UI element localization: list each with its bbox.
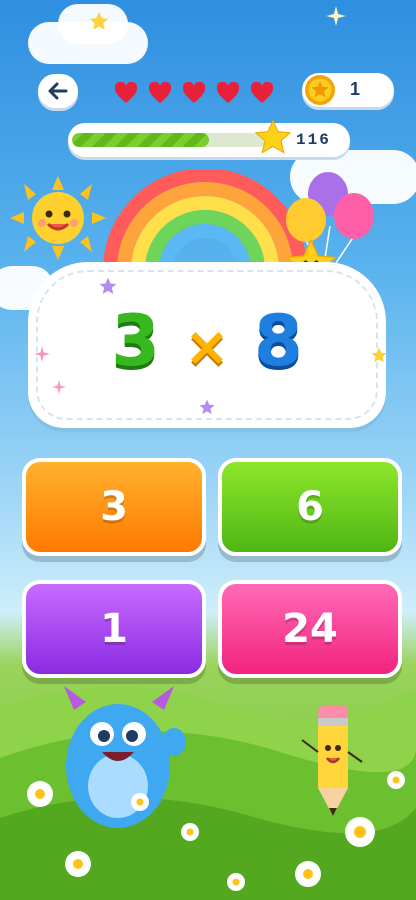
heart-icon	[182, 82, 206, 103]
problem-card: 3 × 8	[28, 262, 387, 428]
star-icon	[371, 347, 387, 363]
lives-row	[114, 82, 274, 104]
math-problem: 3 × 8	[28, 306, 386, 376]
heart-icon	[114, 82, 138, 103]
game-screen: 1 116 3 × 8 3 6 1 24	[0, 0, 416, 900]
sparkle-icon	[34, 346, 50, 362]
rainbow-icon	[103, 170, 307, 270]
star-icon	[199, 399, 215, 415]
heart-icon	[216, 82, 240, 103]
star-icon	[99, 277, 117, 294]
sparkle-icon	[326, 6, 346, 26]
coin-counter: 1	[302, 73, 394, 107]
answer-button-1[interactable]: 3	[22, 458, 206, 556]
problem-right-operand: 8	[254, 300, 303, 382]
coin-count: 1	[350, 79, 361, 99]
heart-icon	[148, 82, 172, 103]
progress-fill	[72, 133, 210, 147]
problem-left-operand: 3	[111, 300, 160, 382]
problem-operator: ×	[184, 315, 230, 378]
progress-track	[72, 133, 268, 147]
back-button[interactable]	[38, 74, 78, 108]
answer-button-2[interactable]: 6	[218, 458, 402, 556]
daisy-flowers	[27, 771, 405, 891]
star-icon	[254, 119, 292, 154]
score-value: 116	[296, 131, 331, 149]
star-icon	[89, 11, 109, 30]
progress-meter: 116	[68, 119, 350, 157]
sun-icon	[10, 176, 106, 260]
coin-icon	[305, 75, 335, 105]
sparkle-icon	[52, 380, 66, 394]
arrow-left-icon	[48, 82, 68, 100]
heart-icon	[250, 82, 274, 103]
